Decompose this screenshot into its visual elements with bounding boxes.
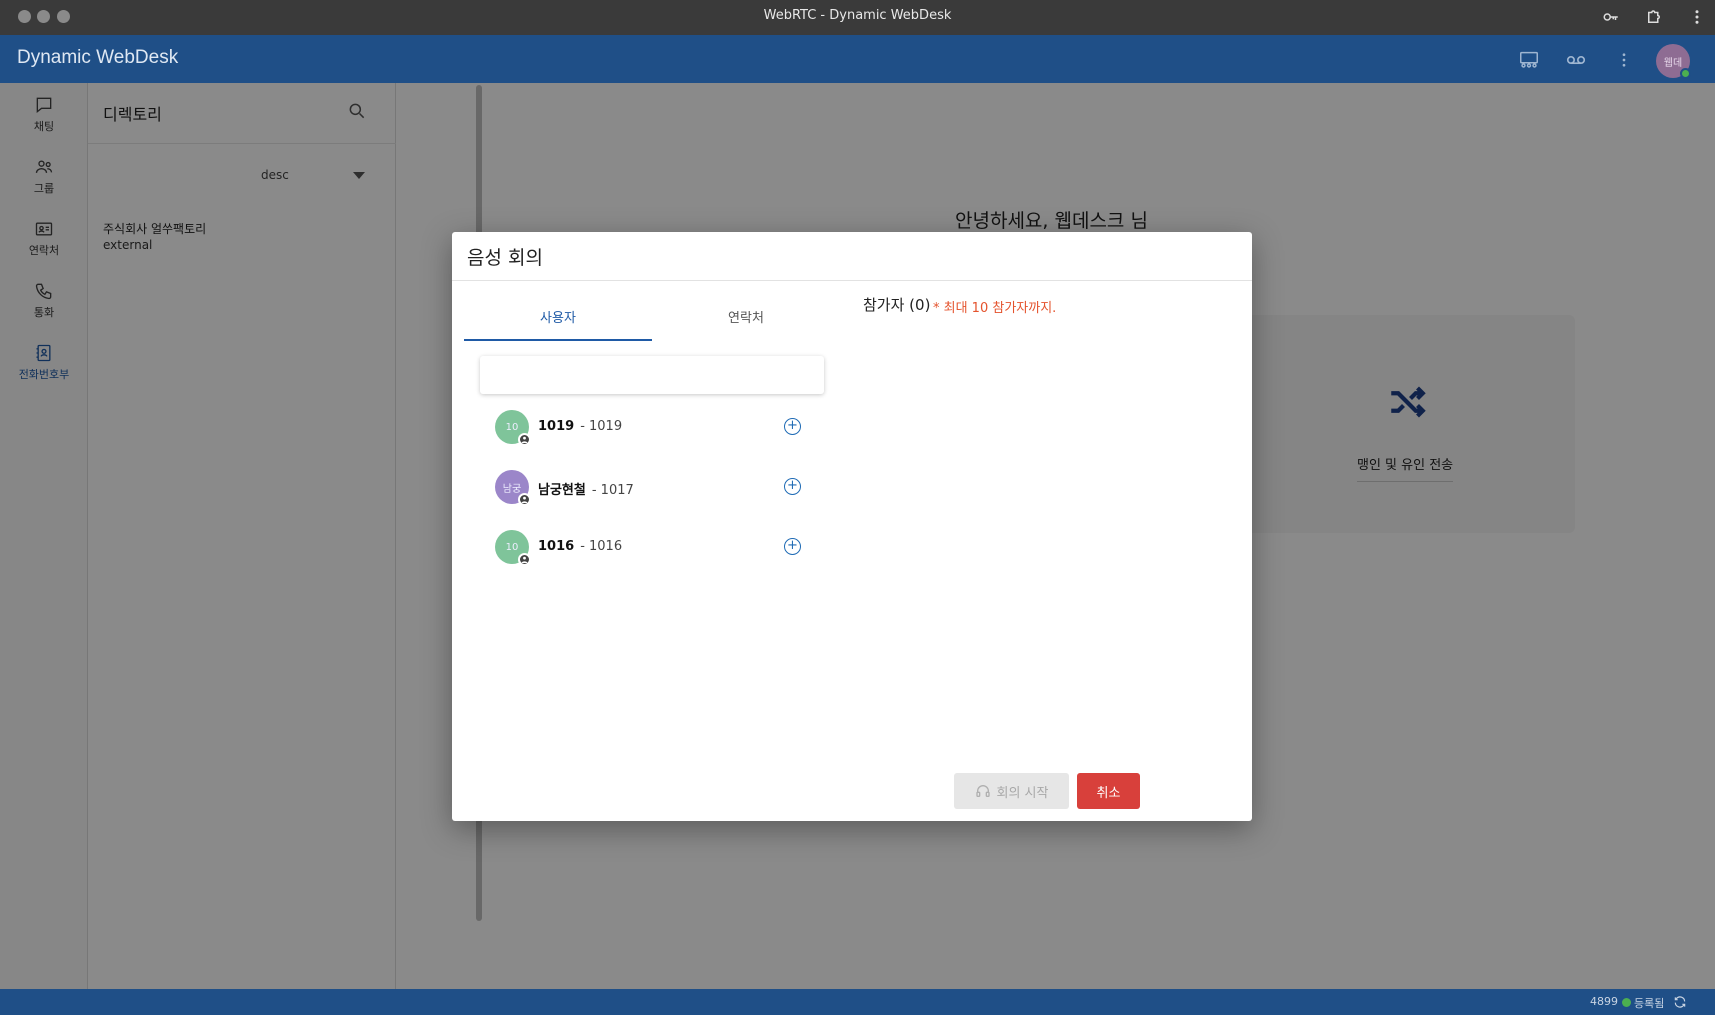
avatar-initials: 남궁 [502,483,522,495]
add-participant-button[interactable]: + [784,478,801,495]
tab-users[interactable]: 사용자 [464,307,652,326]
avatar-initials: 10 [505,541,519,553]
avatar-initials: 10 [505,421,519,433]
more-options-icon[interactable] [1611,47,1637,73]
user-name: 1016 [538,539,575,554]
participants-limit-note: * 최대 10 참가자까지. [933,301,1057,316]
divider [452,280,1252,281]
user-name: 1019 [538,419,575,434]
avatar: 남궁 [495,470,531,506]
person-icon [518,553,531,566]
person-icon [518,433,531,446]
user-name: 남궁현철 [538,483,586,498]
start-button-label: 회의 시작 [996,785,1049,801]
app-title: Dynamic WebDesk [17,47,179,68]
active-tab-indicator [464,339,652,341]
list-item: 남궁 남궁현철 - 1017 + [495,468,815,508]
extension-number: 4899 [1590,995,1618,1008]
user-extension: - 1017 [591,483,634,498]
dialog-title: 음성 회의 [467,247,543,269]
tab-contacts[interactable]: 연락처 [652,307,840,326]
registration-status-dot [1622,998,1631,1007]
window-title: WebRTC - Dynamic WebDesk [763,8,952,23]
refresh-icon[interactable] [1673,994,1687,1013]
user-extension: - 1019 [580,419,623,434]
avatar-initials: 웹데 [1663,57,1683,69]
window-titlebar: WebRTC - Dynamic WebDesk [0,0,1715,35]
voicemail-icon[interactable] [1563,47,1589,73]
registration-status: 등록됨 [1634,997,1665,1010]
voice-conference-dialog: 음성 회의 사용자 연락처 10 1019 - 1019 + 남궁 남궁현철 - 1… [452,232,1252,821]
list-item: 10 1016 - 1016 + [495,528,815,568]
avatar: 10 [495,410,531,446]
user-avatar[interactable]: 웹데 [1656,44,1691,79]
person-icon [518,493,531,506]
cancel-button[interactable]: 취소 [1077,773,1140,809]
list-item: 10 1019 - 1019 + [495,408,815,448]
conference-icon[interactable] [1516,47,1542,73]
add-participant-button[interactable]: + [784,538,801,555]
headset-icon [975,785,990,797]
extensions-icon[interactable] [1643,6,1665,28]
status-bar: 4899 등록됨 [0,989,1715,1015]
user-search-input[interactable] [480,356,824,394]
key-icon[interactable] [1600,6,1622,28]
participants-count: 참가자 (0) [863,296,931,314]
app-header: Dynamic WebDesk 웹데 [0,35,1715,83]
online-status-dot [1680,68,1691,79]
start-conference-button[interactable]: 회의 시작 [954,773,1069,809]
add-participant-button[interactable]: + [784,418,801,435]
more-vert-icon[interactable] [1686,6,1708,28]
user-extension: - 1016 [580,539,623,554]
avatar: 10 [495,530,531,566]
